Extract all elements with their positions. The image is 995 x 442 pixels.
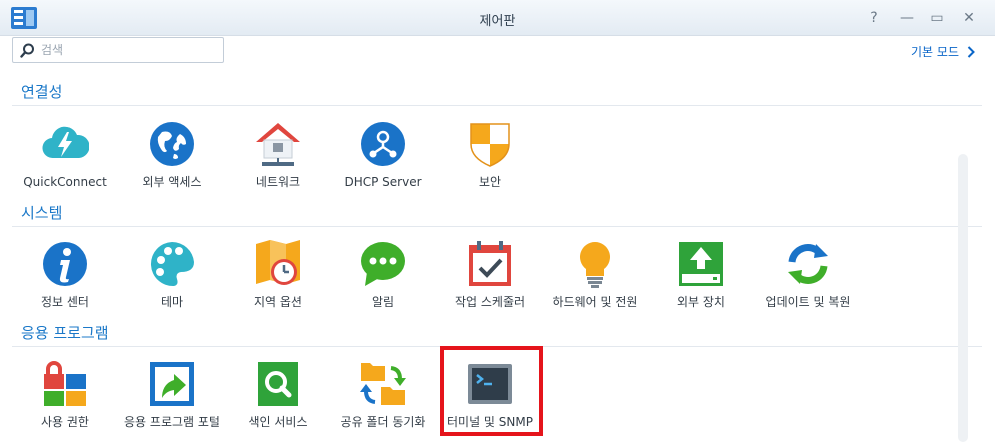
item-dhcp-server[interactable]: DHCP Server [333, 120, 433, 190]
item-privileges[interactable]: 사용 권한 [15, 360, 115, 430]
item-application-portal[interactable]: 응용 프로그램 포털 [122, 360, 222, 430]
upload-device-icon [679, 242, 723, 286]
item-regional-options[interactable]: 지역 옵션 [228, 240, 328, 310]
item-indexing-service[interactable]: 색인 서비스 [228, 360, 328, 430]
item-label: QuickConnect [23, 175, 107, 189]
close-button[interactable]: ✕ [959, 8, 979, 28]
section-title-system: 시스템 [21, 204, 63, 222]
window-titlebar: 제어판 ? — ▭ ✕ [0, 0, 995, 36]
item-hardware-power[interactable]: 하드웨어 및 전원 [545, 240, 645, 310]
item-label: 공유 폴더 동기화 [340, 415, 426, 429]
network-house-icon [256, 123, 300, 166]
item-notification[interactable]: 알림 [333, 240, 433, 310]
chevron-right-icon [967, 45, 975, 58]
item-label: 보안 [478, 175, 502, 189]
calendar-check-icon [469, 241, 511, 286]
refresh-icon [788, 244, 828, 284]
privileges-icon [44, 361, 86, 406]
help-button[interactable]: ? [864, 8, 884, 28]
selection-highlight [440, 346, 543, 436]
search-box[interactable] [12, 37, 224, 63]
item-label: DHCP Server [344, 175, 422, 189]
item-label: 알림 [371, 295, 395, 309]
item-external-access[interactable]: 외부 액세스 [122, 120, 222, 190]
section-title-applications: 응용 프로그램 [21, 324, 109, 342]
palette-icon [150, 241, 194, 287]
basic-mode-label: 기본 모드 [911, 45, 959, 59]
item-label: 정보 센터 [41, 295, 89, 309]
index-search-icon [258, 362, 298, 406]
info-icon [43, 242, 87, 286]
chat-bubble-icon [361, 242, 405, 286]
section-divider [12, 226, 982, 227]
map-clock-icon [256, 240, 300, 285]
basic-mode-link[interactable]: 기본 모드 [911, 43, 975, 60]
item-info-center[interactable]: 정보 센터 [15, 240, 115, 310]
search-icon [20, 43, 34, 58]
section-divider [12, 105, 982, 106]
item-label: 외부 장치 [677, 295, 725, 309]
item-theme[interactable]: 테마 [122, 240, 222, 310]
search-input[interactable] [41, 40, 216, 60]
portal-arrow-icon [150, 362, 194, 406]
folder-sync-icon [360, 363, 406, 405]
item-label: 지역 옵션 [254, 295, 302, 309]
window-title: 제어판 [479, 14, 516, 29]
dhcp-icon [361, 122, 405, 166]
maximize-button[interactable]: ▭ [927, 8, 947, 28]
item-label: 테마 [160, 295, 184, 309]
item-label: 사용 권한 [41, 415, 89, 429]
toolbar: 기본 모드 [0, 36, 995, 70]
minimize-button[interactable]: — [897, 8, 917, 28]
item-external-devices[interactable]: 외부 장치 [651, 240, 751, 310]
item-label: 하드웨어 및 전원 [552, 295, 638, 309]
item-label: 업데이트 및 복원 [765, 295, 851, 309]
item-label: 외부 액세스 [142, 175, 202, 189]
shield-icon [470, 123, 510, 167]
item-task-scheduler[interactable]: 작업 스케줄러 [440, 240, 540, 310]
lightbulb-icon [580, 242, 610, 288]
item-security[interactable]: 보안 [440, 120, 540, 190]
item-network[interactable]: 네트워크 [228, 120, 328, 190]
item-label: 작업 스케줄러 [454, 295, 526, 309]
vertical-scrollbar[interactable] [958, 154, 968, 442]
item-label: 네트워크 [255, 175, 301, 189]
item-label: 응용 프로그램 포털 [124, 415, 220, 429]
quickconnect-icon [42, 126, 89, 159]
item-quickconnect[interactable]: QuickConnect [15, 120, 115, 190]
item-shared-folder-sync[interactable]: 공유 폴더 동기화 [333, 360, 433, 430]
section-title-connectivity: 연결성 [21, 83, 63, 101]
globe-icon [150, 122, 194, 166]
item-label: 색인 서비스 [248, 415, 308, 429]
item-update-restore[interactable]: 업데이트 및 복원 [758, 240, 858, 310]
